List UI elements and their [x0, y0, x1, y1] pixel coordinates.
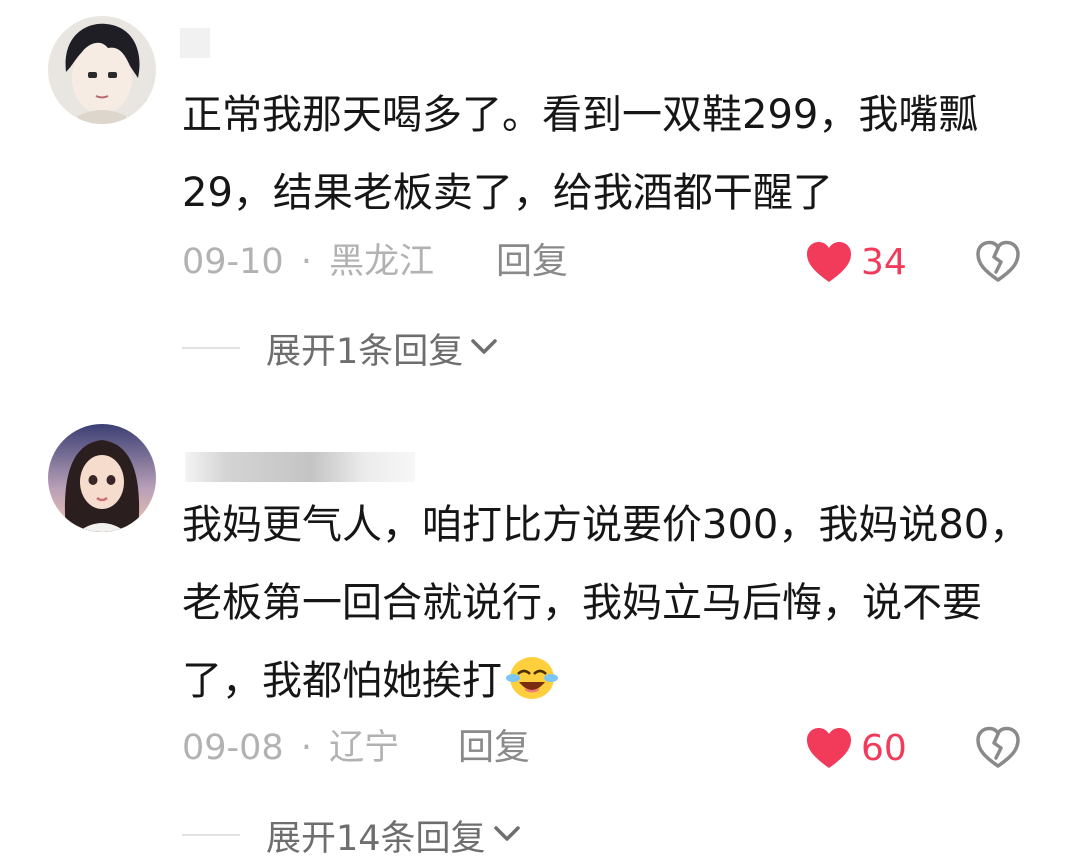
broken-heart-icon: [976, 726, 1020, 768]
avatar[interactable]: ♪: [48, 16, 156, 124]
avatar[interactable]: [48, 424, 156, 532]
like-count: 60: [861, 727, 907, 769]
reply-button[interactable]: 回复: [496, 237, 568, 287]
comment-text: 我妈更气人，咱打比方说要价300，我妈说80，老板第一回合就说行，我妈立马后悔，…: [182, 486, 1042, 728]
comment-date: 09-10: [182, 242, 284, 282]
like-count: 34: [861, 241, 907, 283]
broken-heart-icon: [976, 240, 1020, 282]
divider-line: [182, 834, 240, 836]
comment-date: 09-08: [182, 728, 284, 768]
heart-icon: [805, 726, 853, 770]
meta-separator: ·: [300, 242, 312, 282]
like-button[interactable]: 34: [805, 237, 907, 287]
divider-line: [182, 347, 240, 349]
svg-text:♪: ♪: [140, 96, 152, 117]
comment-meta: 09-08 · 辽宁: [182, 723, 399, 773]
like-button[interactable]: 60: [805, 723, 907, 773]
expand-replies-label: 展开1条回复: [266, 331, 464, 372]
chevron-down-icon: [469, 335, 499, 361]
chevron-down-icon: [492, 822, 522, 848]
expand-replies-label: 展开14条回复: [266, 818, 486, 859]
comment-item: ♪ 正常我那天喝多了。看到一双鞋299，我嘴瓢29，结果老板卖了，给我酒都干醒了…: [0, 0, 1079, 400]
heart-icon: [805, 240, 853, 284]
expand-replies-button[interactable]: 展开1条回复: [182, 323, 499, 373]
dislike-button[interactable]: [975, 725, 1021, 771]
comment-text: 正常我那天喝多了。看到一双鞋299，我嘴瓢29，结果老板卖了，给我酒都干醒了: [182, 92, 979, 216]
crying-laughing-emoji: [504, 650, 560, 728]
comment-location: 黑龙江: [329, 242, 435, 282]
comment-location: 辽宁: [329, 728, 400, 768]
comment-meta: 09-10 · 黑龙江: [182, 237, 434, 287]
meta-separator: ·: [300, 728, 312, 768]
dislike-button[interactable]: [975, 239, 1021, 285]
comment-item: 我妈更气人，咱打比方说要价300，我妈说80，老板第一回合就说行，我妈立马后悔，…: [0, 400, 1079, 867]
username-blurred[interactable]: [185, 452, 415, 482]
expand-replies-button[interactable]: 展开14条回复: [182, 810, 522, 860]
username-blurred[interactable]: [180, 28, 210, 58]
reply-button[interactable]: 回复: [458, 723, 530, 773]
comment-text-content: 我妈更气人，咱打比方说要价300，我妈说80，老板第一回合就说行，我妈立马后悔，…: [182, 502, 1030, 704]
